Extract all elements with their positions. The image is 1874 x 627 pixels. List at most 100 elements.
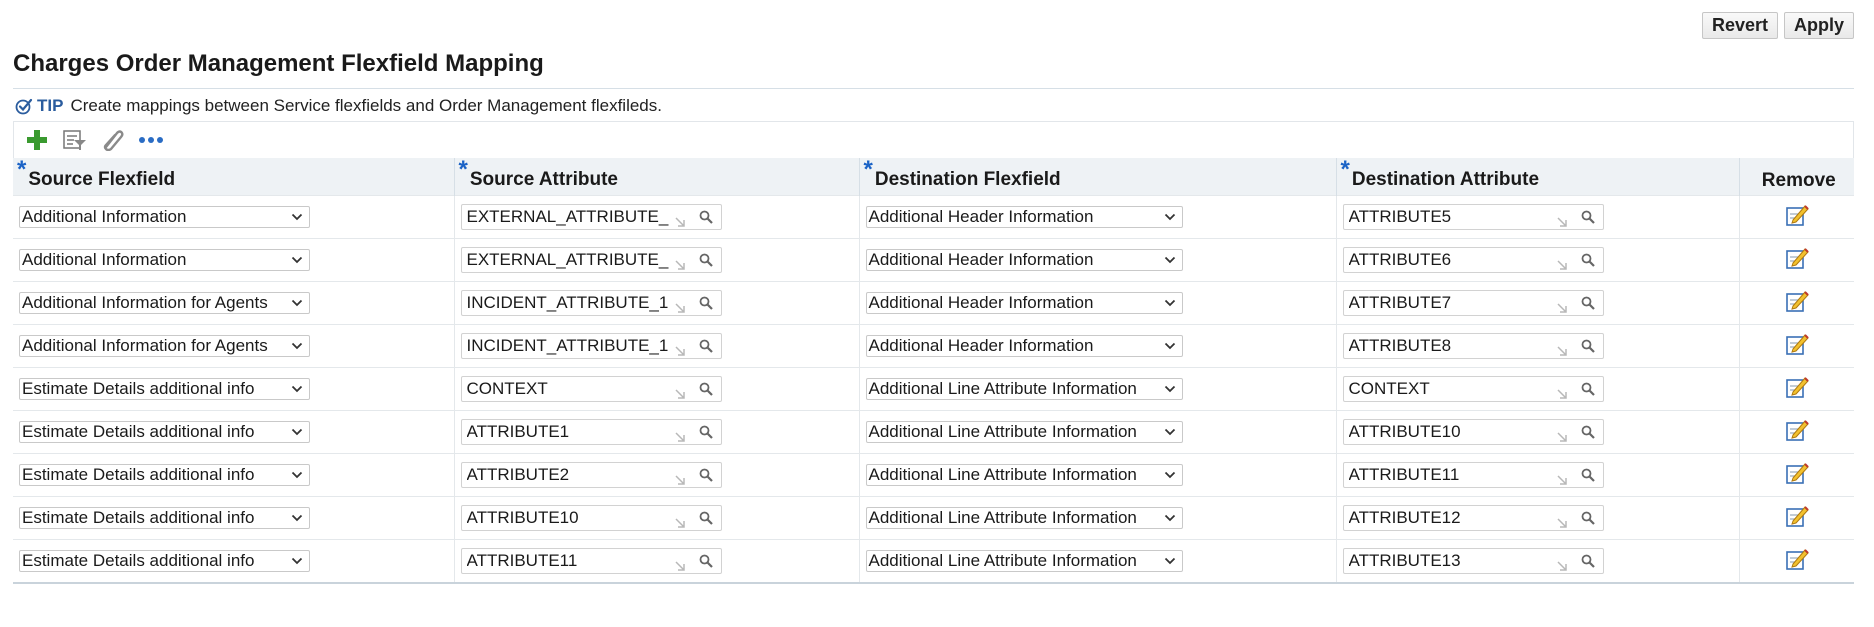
- table-row: Additional Information EXTERNAL_ATTRIBUT…: [13, 238, 1854, 282]
- edit-icon[interactable]: [1785, 504, 1809, 528]
- edit-icon[interactable]: [1785, 289, 1809, 313]
- column-label: Destination Attribute: [1351, 169, 1540, 190]
- column-label: Source Flexfield: [28, 169, 176, 190]
- search-icon[interactable]: [699, 468, 713, 482]
- add-icon[interactable]: [24, 127, 50, 153]
- source-flexfield-value: Additional Information: [22, 207, 187, 226]
- destination-flexfield-value: Additional Line Attribute Information: [868, 379, 1137, 398]
- source-flexfield-cell: Estimate Details additional info: [13, 496, 455, 540]
- source-attribute-input[interactable]: ATTRIBUTE10: [460, 505, 722, 531]
- search-icon[interactable]: [1581, 425, 1595, 439]
- search-icon[interactable]: [1581, 339, 1595, 353]
- source-flexfield-value: Additional Information for Agents: [22, 336, 268, 355]
- search-icon[interactable]: [699, 382, 713, 396]
- table-row: Additional Information for Agents INCIDE…: [13, 324, 1854, 368]
- destination-flexfield-select[interactable]: Additional Line Attribute Information: [865, 421, 1183, 443]
- detach-icon[interactable]: [100, 127, 126, 153]
- search-icon[interactable]: [1581, 253, 1595, 267]
- source-flexfield-select[interactable]: Estimate Details additional info: [19, 421, 310, 443]
- source-attribute-cell: ATTRIBUTE11: [454, 539, 860, 584]
- search-icon[interactable]: [1581, 382, 1595, 396]
- source-attribute-value: CONTEXT: [466, 379, 548, 398]
- search-icon[interactable]: [699, 210, 713, 224]
- source-flexfield-select[interactable]: Additional Information: [19, 249, 310, 271]
- source-attribute-input[interactable]: ATTRIBUTE2: [460, 462, 722, 488]
- resize-handle-icon: [674, 475, 685, 485]
- destination-attribute-value: CONTEXT: [1348, 379, 1430, 398]
- edit-icon[interactable]: [1785, 203, 1809, 227]
- source-attribute-input[interactable]: ATTRIBUTE11: [460, 548, 722, 574]
- destination-attribute-input[interactable]: ATTRIBUTE12: [1342, 505, 1604, 531]
- table-toolbar: [13, 121, 1854, 158]
- source-flexfield-select[interactable]: Estimate Details additional info: [19, 378, 310, 400]
- source-attribute-input[interactable]: EXTERNAL_ATTRIBUTE_: [460, 204, 722, 230]
- destination-flexfield-cell: Additional Header Information: [859, 238, 1337, 282]
- destination-attribute-value: ATTRIBUTE11: [1348, 465, 1460, 484]
- source-attribute-input[interactable]: CONTEXT: [460, 376, 722, 402]
- column-header-source-attribute[interactable]: * Source Attribute: [454, 156, 860, 196]
- search-icon[interactable]: [1581, 468, 1595, 482]
- destination-flexfield-select[interactable]: Additional Header Information: [865, 249, 1183, 271]
- edit-icon[interactable]: [1785, 418, 1809, 442]
- destination-flexfield-cell: Additional Line Attribute Information: [859, 367, 1337, 411]
- destination-flexfield-select[interactable]: Additional Line Attribute Information: [865, 507, 1183, 529]
- table-row: Estimate Details additional info CONTEXT…: [13, 367, 1854, 411]
- destination-attribute-input[interactable]: ATTRIBUTE10: [1342, 419, 1604, 445]
- source-attribute-input[interactable]: EXTERNAL_ATTRIBUTE_: [460, 247, 722, 273]
- destination-flexfield-select[interactable]: Additional Line Attribute Information: [865, 464, 1183, 486]
- edit-icon[interactable]: [1785, 246, 1809, 270]
- destination-attribute-input[interactable]: CONTEXT: [1342, 376, 1604, 402]
- apply-button[interactable]: Apply: [1783, 12, 1854, 39]
- search-icon[interactable]: [699, 339, 713, 353]
- destination-attribute-cell: ATTRIBUTE5: [1336, 195, 1740, 239]
- search-icon[interactable]: [699, 554, 713, 568]
- destination-attribute-input[interactable]: ATTRIBUTE5: [1342, 204, 1604, 230]
- column-header-source-flexfield[interactable]: * Source Flexfield: [13, 156, 455, 196]
- source-attribute-input[interactable]: INCIDENT_ATTRIBUTE_1: [460, 333, 722, 359]
- column-header-destination-attribute[interactable]: * Destination Attribute: [1336, 156, 1740, 196]
- query-by-example-icon[interactable]: [62, 127, 88, 153]
- edit-icon[interactable]: [1785, 547, 1809, 571]
- source-flexfield-select[interactable]: Additional Information for Agents: [19, 292, 310, 314]
- resize-handle-icon: [1556, 389, 1567, 399]
- revert-button[interactable]: Revert: [1701, 12, 1778, 39]
- search-icon[interactable]: [1581, 296, 1595, 310]
- edit-icon[interactable]: [1785, 461, 1809, 485]
- destination-attribute-input[interactable]: ATTRIBUTE6: [1342, 247, 1604, 273]
- column-label: Destination Flexfield: [874, 169, 1061, 190]
- source-flexfield-select[interactable]: Estimate Details additional info: [19, 507, 310, 529]
- edit-icon[interactable]: [1785, 332, 1809, 356]
- destination-flexfield-select[interactable]: Additional Line Attribute Information: [865, 550, 1183, 572]
- search-icon[interactable]: [699, 296, 713, 310]
- destination-attribute-input[interactable]: ATTRIBUTE11: [1342, 462, 1604, 488]
- chevron-down-icon: [1164, 514, 1175, 522]
- destination-attribute-input[interactable]: ATTRIBUTE13: [1342, 548, 1604, 574]
- search-icon[interactable]: [699, 253, 713, 267]
- search-icon[interactable]: [1581, 554, 1595, 568]
- destination-flexfield-select[interactable]: Additional Header Information: [865, 292, 1183, 314]
- column-header-destination-flexfield[interactable]: * Destination Flexfield: [859, 156, 1337, 196]
- destination-attribute-cell: ATTRIBUTE13: [1336, 539, 1740, 584]
- source-flexfield-select[interactable]: Additional Information: [19, 206, 310, 228]
- source-attribute-input[interactable]: INCIDENT_ATTRIBUTE_1: [460, 290, 722, 316]
- search-icon[interactable]: [1581, 511, 1595, 525]
- source-attribute-value: ATTRIBUTE11: [466, 551, 578, 570]
- source-flexfield-select[interactable]: Additional Information for Agents: [19, 335, 310, 357]
- destination-flexfield-select[interactable]: Additional Header Information: [865, 335, 1183, 357]
- search-icon[interactable]: [699, 511, 713, 525]
- destination-attribute-input[interactable]: ATTRIBUTE8: [1342, 333, 1604, 359]
- destination-flexfield-select[interactable]: Additional Header Information: [865, 206, 1183, 228]
- destination-flexfield-select[interactable]: Additional Line Attribute Information: [865, 378, 1183, 400]
- more-icon[interactable]: [138, 127, 164, 153]
- chevron-down-icon: [1164, 213, 1175, 221]
- search-icon[interactable]: [1581, 210, 1595, 224]
- source-attribute-cell: INCIDENT_ATTRIBUTE_1: [454, 324, 860, 368]
- destination-attribute-input[interactable]: ATTRIBUTE7: [1342, 290, 1604, 316]
- source-flexfield-select[interactable]: Estimate Details additional info: [19, 550, 310, 572]
- search-icon[interactable]: [699, 425, 713, 439]
- edit-icon[interactable]: [1785, 375, 1809, 399]
- remove-cell: [1739, 496, 1854, 540]
- remove-cell: [1739, 367, 1854, 411]
- source-flexfield-select[interactable]: Estimate Details additional info: [19, 464, 310, 486]
- source-attribute-input[interactable]: ATTRIBUTE1: [460, 419, 722, 445]
